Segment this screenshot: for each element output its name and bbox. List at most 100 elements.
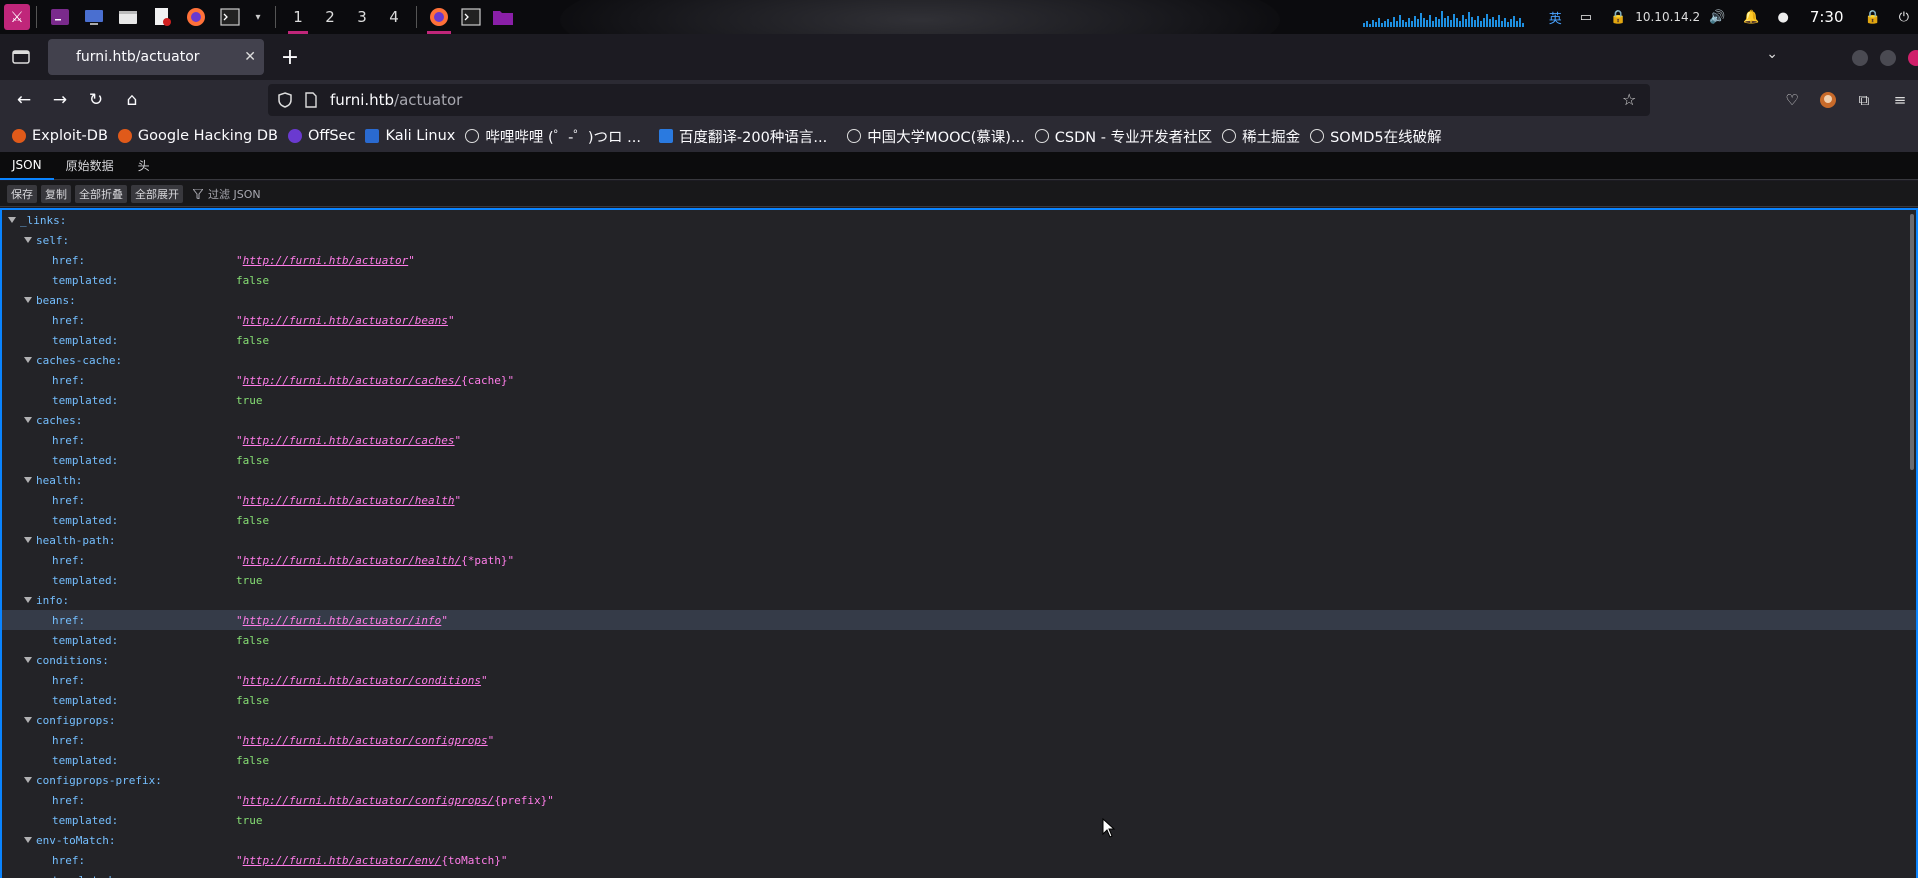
tree-row-templated[interactable]: templated: false	[2, 510, 1916, 530]
json-href-link[interactable]: http://furni.htb/actuator	[243, 254, 409, 267]
tree-row-templated[interactable]: templated:	[2, 870, 1916, 878]
pocket-icon[interactable]: ♡	[1774, 91, 1810, 109]
json-href-link[interactable]: http://furni.htb/actuator/health	[243, 494, 455, 507]
page-info-icon[interactable]	[304, 92, 318, 108]
expand-triangle-icon[interactable]	[24, 837, 32, 843]
bookmark-baidu-translate[interactable]: 百度翻译-200种语言...	[658, 126, 827, 147]
expand-triangle-icon[interactable]	[24, 537, 32, 543]
tree-row-templated[interactable]: templated: false	[2, 750, 1916, 770]
tree-row-templated[interactable]: templated: true	[2, 390, 1916, 410]
forward-arrow-icon[interactable]: →	[48, 88, 72, 112]
tree-row-href[interactable]: href: "http://furni.htb/actuator/health/{…	[2, 550, 1916, 570]
tree-row-section[interactable]: configprops:	[2, 710, 1916, 730]
power-status-icon[interactable]: ●	[1777, 10, 1788, 25]
copy-button[interactable]: 复制	[41, 184, 71, 203]
maximize-button[interactable]	[1880, 50, 1896, 66]
tree-row-section[interactable]: beans:	[2, 290, 1916, 310]
extension-avatar-icon[interactable]	[1810, 91, 1846, 109]
json-href-link[interactable]: http://furni.htb/actuator/caches	[243, 434, 455, 447]
expand-triangle-icon[interactable]	[24, 657, 32, 663]
firefox-window-button[interactable]	[423, 0, 455, 34]
firefox-launcher-icon[interactable]	[184, 6, 208, 28]
tree-row-section[interactable]: health:	[2, 470, 1916, 490]
url-bar[interactable]: furni.htb/actuator ☆	[268, 84, 1650, 116]
tab-headers[interactable]: 头	[126, 151, 162, 179]
browser-tab[interactable]: furni.htb/actuator ✕	[48, 39, 264, 75]
tree-row-section[interactable]: env-toMatch:	[2, 830, 1916, 850]
home-icon[interactable]: ⌂	[120, 88, 144, 112]
app-menu-icon[interactable]: ≡	[1882, 91, 1918, 109]
close-window-button[interactable]	[1908, 50, 1918, 66]
collapse-all-button[interactable]: 全部折叠	[75, 184, 127, 203]
chevron-down-icon[interactable]: ▾	[252, 6, 264, 28]
json-href-link[interactable]: http://furni.htb/actuator/health/	[243, 554, 462, 567]
tree-row-templated[interactable]: templated: false	[2, 450, 1916, 470]
bookmark-juejin[interactable]: 稀土掘金	[1222, 126, 1300, 147]
desktop-icon[interactable]	[82, 6, 106, 28]
tree-row-section[interactable]: conditions:	[2, 650, 1916, 670]
tree-row-section[interactable]: info:	[2, 590, 1916, 610]
json-href-link[interactable]: http://furni.htb/actuator/configprops	[243, 734, 488, 747]
volume-icon[interactable]: 🔊	[1709, 10, 1725, 25]
display-icon[interactable]: ▭	[1580, 10, 1592, 25]
json-href-link[interactable]: http://furni.htb/actuator/beans	[243, 314, 448, 327]
tree-row-templated[interactable]: templated: false	[2, 330, 1916, 350]
clock[interactable]: 7:30	[1810, 8, 1844, 26]
bookmark-star-icon[interactable]: ☆	[1622, 90, 1640, 109]
bookmark-mooc[interactable]: 中国大学MOOC(慕课)...	[847, 126, 1025, 147]
expand-triangle-icon[interactable]	[8, 217, 16, 223]
tree-row-templated[interactable]: templated: true	[2, 810, 1916, 830]
tree-row-href[interactable]: href: "http://furni.htb/actuator/env/{toM…	[2, 850, 1916, 870]
lock-screen-icon[interactable]: 🔒	[1865, 10, 1881, 25]
back-arrow-icon[interactable]: ←	[12, 88, 36, 112]
expand-triangle-icon[interactable]	[24, 237, 32, 243]
tree-row-section[interactable]: caches-cache:	[2, 350, 1916, 370]
tree-row-href[interactable]: href: "http://furni.htb/actuator/configpr…	[2, 790, 1916, 810]
logout-icon[interactable]: ⏻	[1899, 10, 1909, 25]
tab-raw-data[interactable]: 原始数据	[54, 151, 126, 179]
bookmark-offsec[interactable]: OffSec	[287, 128, 355, 144]
terminal-window-button[interactable]	[455, 0, 487, 34]
tree-row-templated[interactable]: templated: false	[2, 630, 1916, 650]
json-href-link[interactable]: http://furni.htb/actuator/caches/	[243, 374, 462, 387]
terminal-app-icon[interactable]	[48, 6, 72, 28]
tree-row-href[interactable]: href: "http://furni.htb/actuator/health"	[2, 490, 1916, 510]
tracking-shield-icon[interactable]	[276, 91, 294, 109]
workspace-2[interactable]: 2	[314, 0, 346, 34]
firefox-view-icon[interactable]	[10, 46, 32, 68]
tree-row-href[interactable]: href: "http://furni.htb/actuator"	[2, 250, 1916, 270]
close-tab-icon[interactable]: ✕	[244, 49, 256, 65]
tree-row-href[interactable]: href: "http://furni.htb/actuator/configpr…	[2, 730, 1916, 750]
save-button[interactable]: 保存	[7, 184, 37, 203]
tree-row-href[interactable]: href: "http://furni.htb/actuator/caches"	[2, 430, 1916, 450]
json-href-link[interactable]: http://furni.htb/actuator/env/	[243, 854, 442, 867]
tree-row-templated[interactable]: templated: true	[2, 570, 1916, 590]
expand-triangle-icon[interactable]	[24, 717, 32, 723]
tab-json[interactable]: JSON	[0, 151, 54, 180]
tree-row-href[interactable]: href: "http://furni.htb/actuator/caches/{…	[2, 370, 1916, 390]
workspace-4[interactable]: 4	[378, 0, 410, 34]
bookmark-google-hacking-db[interactable]: Google Hacking DB	[117, 128, 278, 144]
expand-triangle-icon[interactable]	[24, 417, 32, 423]
tree-row-templated[interactable]: templated: false	[2, 690, 1916, 710]
expand-triangle-icon[interactable]	[24, 297, 32, 303]
tree-row-href[interactable]: href: "http://furni.htb/actuator/conditio…	[2, 670, 1916, 690]
workspace-1[interactable]: 1	[282, 0, 314, 34]
expand-triangle-icon[interactable]	[24, 597, 32, 603]
expand-all-button[interactable]: 全部展开	[131, 184, 183, 203]
terminal-launcher-icon[interactable]	[218, 6, 242, 28]
json-href-link[interactable]: http://furni.htb/actuator/configprops/	[243, 794, 495, 807]
tree-row-section[interactable]: configprops-prefix:	[2, 770, 1916, 790]
notification-bell-icon[interactable]: 🔔	[1743, 10, 1759, 25]
tree-row-href[interactable]: href: "http://furni.htb/actuator/beans"	[2, 310, 1916, 330]
expand-triangle-icon[interactable]	[24, 777, 32, 783]
list-all-tabs-icon[interactable]: ⌄	[1766, 46, 1778, 62]
expand-triangle-icon[interactable]	[24, 477, 32, 483]
vpn-lock-icon[interactable]: 🔒	[1610, 10, 1626, 25]
folder-window-button[interactable]	[487, 0, 519, 34]
text-editor-icon[interactable]	[150, 6, 174, 28]
tree-row-section[interactable]: health-path:	[2, 530, 1916, 550]
tree-row-href[interactable]: href: "http://furni.htb/actuator/info"	[2, 610, 1916, 630]
workspace-3[interactable]: 3	[346, 0, 378, 34]
tree-row-links[interactable]: _links:	[2, 210, 1916, 230]
